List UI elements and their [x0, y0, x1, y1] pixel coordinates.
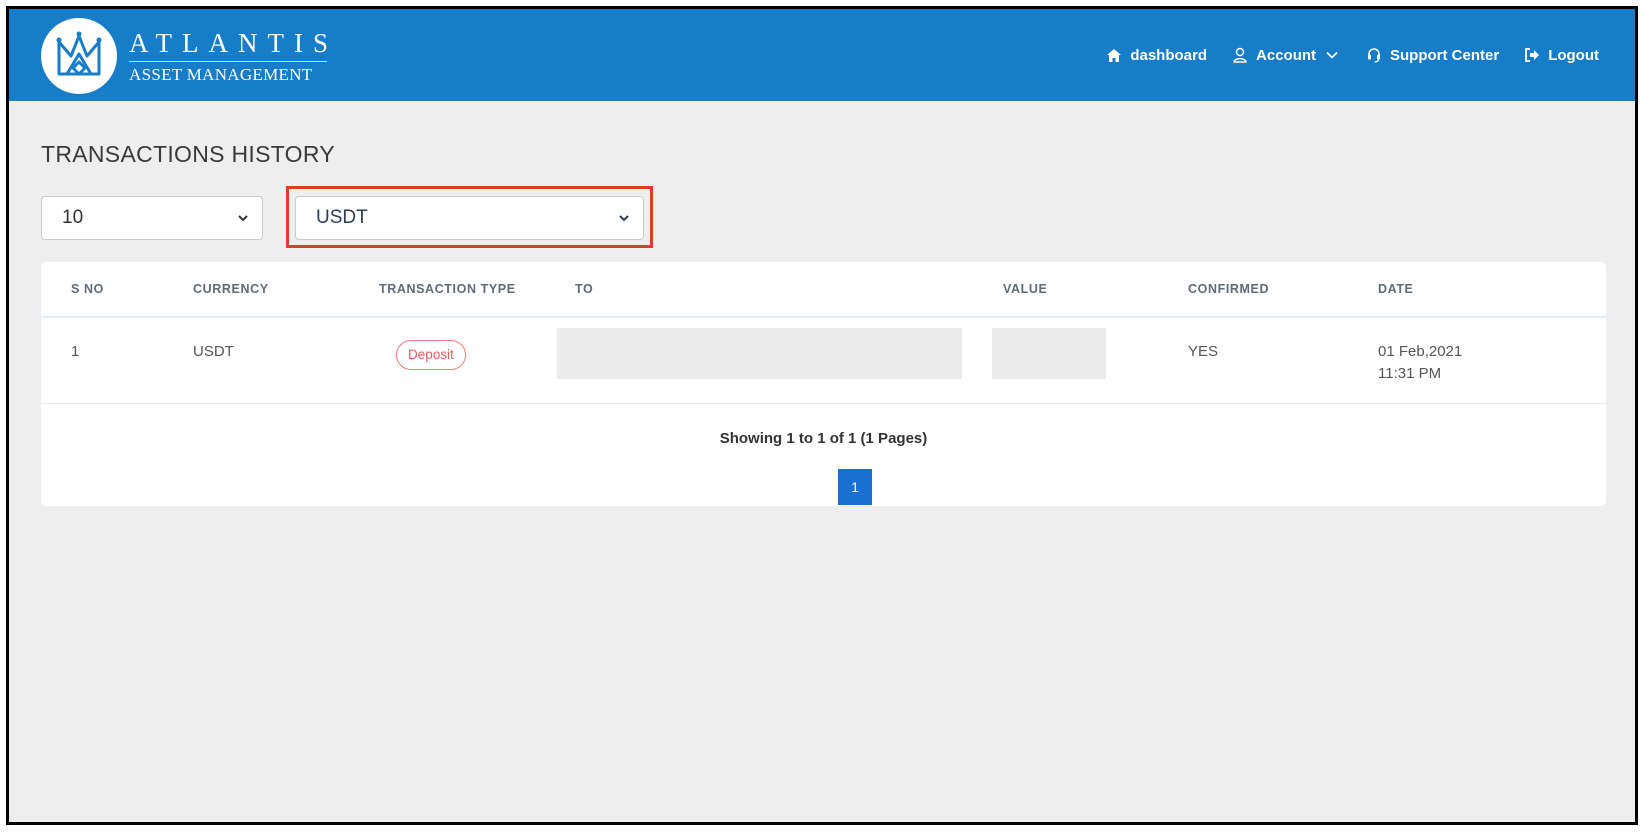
nav-logout-label: Logout [1548, 46, 1599, 64]
col-header-sno: S NO [71, 282, 104, 296]
nav-account[interactable]: Account [1231, 46, 1341, 64]
nav-dashboard[interactable]: dashboard [1105, 46, 1207, 64]
logout-icon [1523, 46, 1541, 64]
user-icon [1231, 46, 1249, 64]
top-navbar: ATLANTIS ASSET MANAGEMENT dashboard Acco… [9, 9, 1635, 101]
main-nav: dashboard Account Support Center Logout [1105, 9, 1599, 101]
nav-support-center[interactable]: Support Center [1365, 46, 1499, 64]
home-icon [1105, 46, 1123, 64]
brand-logo[interactable]: ATLANTIS ASSET MANAGEMENT [41, 17, 338, 95]
nav-dashboard-label: dashboard [1130, 46, 1208, 64]
col-header-date: DATE [1378, 282, 1414, 296]
col-header-type: TRANSACTION TYPE [379, 282, 516, 296]
nav-account-label: Account [1256, 46, 1317, 64]
cell-date-time: 11:31 PM [1378, 365, 1442, 382]
brand-name: ATLANTIS [129, 28, 338, 58]
headset-icon [1365, 46, 1383, 64]
col-header-to: TO [575, 282, 594, 296]
pagination-page-button[interactable]: 1 [838, 469, 872, 505]
cell-date: 01 Feb,2021 11:31 PM [1378, 341, 1462, 385]
chevron-down-icon [236, 211, 250, 225]
page-size-value: 10 [62, 207, 84, 228]
brand-tagline: ASSET MANAGEMENT [129, 65, 313, 84]
pagination-summary: Showing 1 to 1 of 1 (1 Pages) [719, 430, 928, 447]
cell-date-day: 01 Feb,2021 [1378, 343, 1463, 360]
nav-support-label: Support Center [1390, 46, 1500, 64]
crown-logo-icon [41, 18, 117, 94]
chevron-down-icon [617, 211, 631, 225]
nav-logout[interactable]: Logout [1523, 46, 1599, 64]
cell-confirmed: YES [1188, 343, 1219, 360]
col-header-value: VALUE [1003, 282, 1048, 296]
transaction-type-badge: Deposit [396, 340, 466, 370]
table-row[interactable]: 1 USDT Deposit YES 01 Feb,2021 11:31 PM [41, 320, 1606, 404]
currency-value: USDT [316, 207, 368, 228]
chevron-down-icon [1323, 46, 1341, 64]
transactions-table-card: S NO CURRENCY TRANSACTION TYPE TO VALUE … [41, 262, 1606, 506]
currency-select[interactable]: USDT [295, 196, 644, 240]
redacted-value [992, 328, 1106, 379]
redacted-to-address [557, 328, 962, 379]
table-header: S NO CURRENCY TRANSACTION TYPE TO VALUE … [41, 262, 1606, 318]
page-title: TRANSACTIONS HISTORY [41, 141, 335, 167]
browser-frame: ATLANTIS ASSET MANAGEMENT dashboard Acco… [6, 6, 1638, 825]
cell-currency: USDT [193, 343, 234, 360]
col-header-currency: CURRENCY [193, 282, 269, 296]
cell-sno: 1 [71, 343, 80, 360]
col-header-confirmed: CONFIRMED [1188, 282, 1270, 296]
page-size-select[interactable]: 10 [41, 196, 263, 240]
brand-divider [129, 61, 327, 62]
